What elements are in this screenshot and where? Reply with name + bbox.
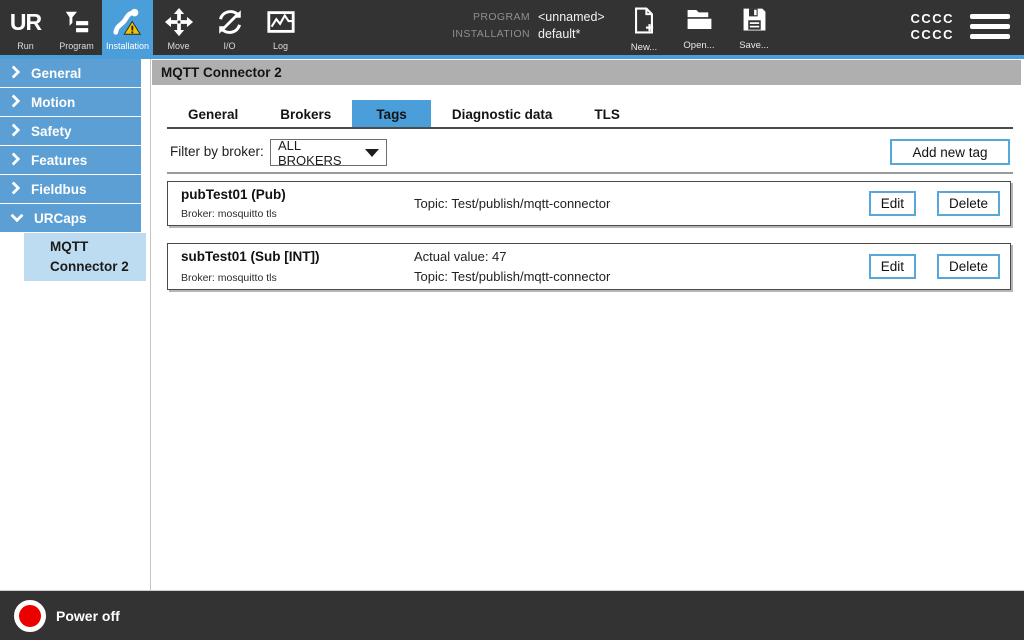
chevron-right-icon bbox=[10, 123, 21, 140]
power-status-icon bbox=[14, 600, 46, 632]
new-button[interactable]: New... bbox=[618, 0, 670, 55]
power-status-button[interactable]: Power off bbox=[14, 591, 120, 640]
dropdown-caret-icon bbox=[365, 149, 379, 157]
chevron-right-icon bbox=[10, 94, 21, 111]
power-status-label: Power off bbox=[56, 608, 120, 624]
tab-bar: General Brokers Tags Diagnostic data TLS bbox=[167, 100, 1013, 129]
nav-log[interactable]: Log bbox=[255, 0, 306, 55]
sidebar-item-general[interactable]: General bbox=[0, 59, 141, 87]
program-value: <unnamed> bbox=[538, 10, 605, 24]
add-new-tag-button[interactable]: Add new tag bbox=[890, 139, 1010, 165]
ur-logo-icon: UR bbox=[10, 4, 41, 40]
delete-button[interactable]: Delete bbox=[937, 191, 1000, 216]
tab-general[interactable]: General bbox=[167, 100, 259, 127]
filter-divider bbox=[167, 172, 1013, 174]
program-label: PROGRAM bbox=[438, 10, 530, 24]
filter-by-broker-label: Filter by broker: bbox=[170, 139, 264, 165]
sidebar-item-safety[interactable]: Safety bbox=[0, 117, 141, 145]
nav-installation[interactable]: Installation bbox=[102, 0, 153, 55]
tag-name: subTest01 (Sub [INT]) bbox=[181, 249, 320, 264]
top-bar: UR Run Program Installation Mo bbox=[0, 0, 1024, 55]
sidebar-item-mqtt-connector-2[interactable]: MQTT Connector 2 bbox=[24, 233, 146, 281]
tab-diagnostic-data[interactable]: Diagnostic data bbox=[431, 100, 574, 127]
tag-row-subtest01: subTest01 (Sub [INT]) Broker: mosquitto … bbox=[167, 243, 1011, 290]
polyscope-screen: UR Run Program Installation Mo bbox=[0, 0, 1024, 640]
open-button[interactable]: Open... bbox=[673, 0, 725, 55]
sidebar-item-features[interactable]: Features bbox=[0, 146, 141, 174]
broker-filter-value: ALL BROKERS bbox=[278, 138, 357, 168]
nav-io[interactable]: I/O bbox=[204, 0, 255, 55]
page-title: MQTT Connector 2 bbox=[152, 60, 1021, 85]
nav-move[interactable]: Move bbox=[153, 0, 204, 55]
main-panel: MQTT Connector 2 General Brokers Tags Di… bbox=[151, 59, 1024, 590]
account-badge: CCCC CCCC bbox=[910, 11, 954, 43]
chevron-right-icon bbox=[10, 65, 21, 82]
save-button[interactable]: Save... bbox=[728, 0, 780, 55]
tag-topic: Topic: Test/publish/mqtt-connector bbox=[414, 196, 610, 211]
broker-filter-dropdown[interactable]: ALL BROKERS bbox=[270, 139, 387, 166]
tab-tls[interactable]: TLS bbox=[573, 100, 641, 127]
tag-row-pubtest01: pubTest01 (Pub) Broker: mosquitto tls To… bbox=[167, 181, 1011, 226]
tag-actual-value: Actual value: 47 bbox=[414, 249, 610, 264]
tab-brokers[interactable]: Brokers bbox=[259, 100, 352, 127]
chevron-down-icon bbox=[10, 211, 24, 226]
main-nav: UR Run Program Installation Mo bbox=[0, 0, 306, 55]
tag-topic: Topic: Test/publish/mqtt-connector bbox=[414, 269, 610, 284]
open-folder-icon bbox=[686, 7, 713, 37]
sidebar-item-urcaps[interactable]: URCaps bbox=[0, 204, 141, 232]
io-refresh-icon bbox=[215, 4, 245, 40]
nav-program[interactable]: Program bbox=[51, 0, 102, 55]
installation-value: default* bbox=[538, 27, 605, 41]
program-info: PROGRAM <unnamed> INSTALLATION default* bbox=[438, 10, 605, 41]
save-floppy-icon bbox=[742, 7, 767, 37]
nav-run[interactable]: UR Run bbox=[0, 0, 51, 55]
new-file-icon bbox=[632, 7, 656, 39]
edit-button[interactable]: Edit bbox=[869, 254, 916, 279]
tag-broker: Broker: mosquitto tls bbox=[181, 272, 277, 284]
sidebar: General Motion Safety Features Fieldbus … bbox=[0, 59, 151, 590]
tag-broker: Broker: mosquitto tls bbox=[181, 208, 277, 220]
chevron-right-icon bbox=[10, 181, 21, 198]
file-actions: New... Open... Save... bbox=[618, 0, 780, 55]
delete-button[interactable]: Delete bbox=[937, 254, 1000, 279]
tag-name: pubTest01 (Pub) bbox=[181, 187, 286, 202]
log-chart-icon bbox=[266, 4, 296, 40]
sidebar-item-fieldbus[interactable]: Fieldbus bbox=[0, 175, 141, 203]
footer-bar: Power off Speed 100% Simulation bbox=[0, 590, 1024, 640]
hamburger-menu-icon[interactable] bbox=[970, 14, 1010, 39]
sidebar-item-motion[interactable]: Motion bbox=[0, 88, 141, 116]
installation-robot-icon bbox=[112, 4, 144, 40]
move-arrows-icon bbox=[164, 4, 194, 40]
chevron-right-icon bbox=[10, 152, 21, 169]
tab-tags[interactable]: Tags bbox=[352, 100, 431, 127]
edit-button[interactable]: Edit bbox=[869, 191, 916, 216]
program-icon bbox=[63, 4, 91, 40]
installation-label: INSTALLATION bbox=[438, 27, 530, 41]
